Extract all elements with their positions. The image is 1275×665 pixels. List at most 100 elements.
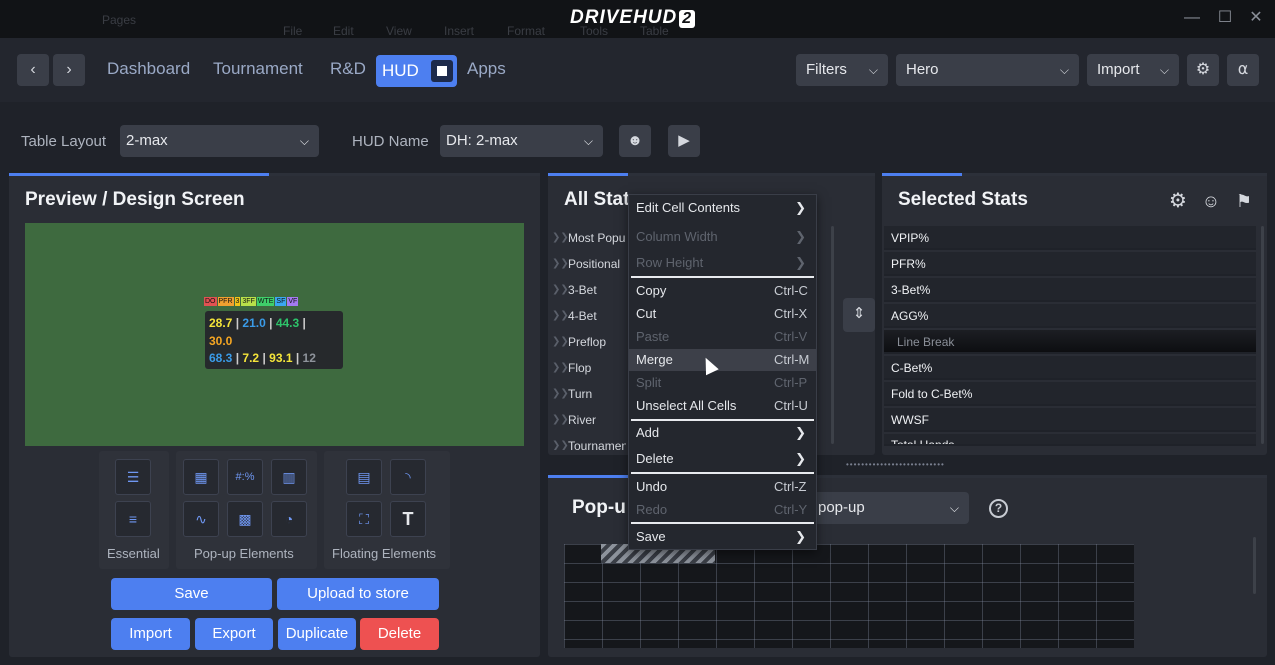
forward-button[interactable]: › xyxy=(53,54,85,86)
stat-category-tournament[interactable]: ❯❯ Tournament xyxy=(552,434,626,450)
category-label: Tournament xyxy=(568,439,626,450)
chevron-right-icon: ❯ xyxy=(795,529,806,544)
selected-stat-item[interactable]: VPIP% xyxy=(884,226,1256,250)
title-bar: Pages File Edit View Insert Format Tools… xyxy=(0,0,1275,38)
import-button[interactable]: Import xyxy=(111,618,190,650)
nav-rnd[interactable]: R&D xyxy=(330,59,366,79)
stat-category-most-popular[interactable]: ❯❯Most Popular xyxy=(552,226,626,250)
menu-undo[interactable]: Undo Ctrl-Z xyxy=(629,476,816,498)
menu-column-width[interactable]: Column Width ❯ xyxy=(629,226,816,248)
player-select[interactable]: Hero ⌵ xyxy=(896,54,1079,86)
hud-name-select[interactable]: DH: 2-max ⌵ xyxy=(440,125,603,157)
filters-dropdown[interactable]: Filters ⌵ xyxy=(796,54,888,86)
line-break-item[interactable]: Line Break xyxy=(884,330,1256,354)
menu-shortcut: Ctrl-Y xyxy=(774,502,808,517)
stop-icon[interactable] xyxy=(431,60,453,82)
menu-add[interactable]: Add ❯ xyxy=(629,422,816,444)
minimize-button[interactable]: — xyxy=(1182,8,1202,28)
gear-icon[interactable]: ⚙ xyxy=(1187,54,1219,86)
nav-dashboard[interactable]: Dashboard xyxy=(107,59,190,79)
hud-stat-tags: DO PFR 3 3FF WTE SF VF xyxy=(204,297,299,306)
menu-merge[interactable]: Merge Ctrl-M xyxy=(629,349,816,371)
menu-row-height[interactable]: Row Height ❯ xyxy=(629,252,816,274)
help-icon[interactable]: ? xyxy=(989,499,1008,518)
play-screen-icon[interactable]: ▶ xyxy=(668,125,700,157)
import-dropdown[interactable]: Import ⌵ xyxy=(1087,54,1179,86)
back-button[interactable]: ‹ xyxy=(17,54,49,86)
expand-collapse-icon[interactable]: ⇕ xyxy=(843,298,875,332)
double-chevron-icon: ❯❯ xyxy=(552,388,569,399)
stat-category-4bet[interactable]: ❯❯ 4-Bet xyxy=(552,304,626,328)
export-button[interactable]: Export xyxy=(195,618,273,650)
stat-category-turn[interactable]: ❯❯ Turn xyxy=(552,382,626,406)
selected-stat-item[interactable]: Total Hands xyxy=(884,434,1256,446)
stat-category-flop[interactable]: ❯❯ Flop xyxy=(552,356,626,380)
stat-category-3bet[interactable]: ❯❯ 3-Bet xyxy=(552,278,626,302)
essential-tools: ☰ ≡ Essential xyxy=(99,451,169,569)
pie-chart-tool-icon[interactable]: ◔ xyxy=(271,501,307,537)
resize-handle[interactable]: •••••••••••••••••••••••••• xyxy=(846,462,970,468)
selected-stats-title: Selected Stats xyxy=(898,189,1028,210)
menu-unselect-all[interactable]: Unselect All Cells Ctrl-U xyxy=(629,395,816,417)
text-tool-icon[interactable]: T xyxy=(390,501,426,537)
menu-shortcut: Ctrl-U xyxy=(774,398,808,413)
line-chart-tool-icon[interactable]: ∿ xyxy=(183,501,219,537)
user-icon[interactable]: ☺ xyxy=(1195,185,1227,217)
selected-stat-item[interactable]: WWSF xyxy=(884,408,1256,432)
hud-preview-box[interactable]: 28.7 | 21.0 | 44.3 | 30.0 68.3 | 7.2 | 9… xyxy=(205,311,343,369)
duplicate-button[interactable]: Duplicate xyxy=(278,618,356,650)
menu-edit-cell-contents[interactable]: Edit Cell Contents ❯ xyxy=(629,197,816,219)
selected-stat-item[interactable]: C-Bet% xyxy=(884,356,1256,380)
popup-select[interactable]: pop-up ⌵ xyxy=(808,492,969,524)
save-button[interactable]: Save xyxy=(111,578,272,610)
selected-stat-item[interactable]: AGG% xyxy=(884,304,1256,328)
upload-to-store-button[interactable]: Upload to store xyxy=(277,578,439,610)
selected-stats-scrollbar[interactable] xyxy=(1261,226,1264,444)
poker-player-icon[interactable]: ☻ xyxy=(619,125,651,157)
stat-category-river[interactable]: ❯❯ River xyxy=(552,408,626,432)
gear-icon[interactable]: ⚙ xyxy=(1162,185,1194,217)
frame-tool-icon[interactable]: ⛶ xyxy=(346,501,382,537)
percent-tool-icon[interactable]: #:% xyxy=(227,459,263,495)
table-layout-tool-icon[interactable]: ☰ xyxy=(115,459,151,495)
menu-delete[interactable]: Delete ❯ xyxy=(629,448,816,470)
nav-apps[interactable]: Apps xyxy=(467,59,506,79)
category-label: Positional xyxy=(568,257,621,271)
menu-paste[interactable]: Paste Ctrl-V xyxy=(629,326,816,348)
popup-scrollbar[interactable] xyxy=(1253,537,1256,594)
menu-save[interactable]: Save ❯ xyxy=(629,526,816,548)
hud-fold-cbet-value: 7.2 xyxy=(242,351,260,365)
menu-label: Split xyxy=(636,375,662,390)
selected-stat-item[interactable]: Fold to C-Bet% xyxy=(884,382,1256,406)
selected-stat-item[interactable]: PFR% xyxy=(884,252,1256,276)
selected-stat-item[interactable]: 3-Bet% xyxy=(884,278,1256,302)
menu-redo[interactable]: Redo Ctrl-Y xyxy=(629,499,816,521)
menu-cut[interactable]: Cut Ctrl-X xyxy=(629,303,816,325)
headset-icon[interactable]: ⍺ xyxy=(1227,54,1259,86)
nav-tournament[interactable]: Tournament xyxy=(213,59,303,79)
text-lines-tool-icon[interactable]: ≡ xyxy=(115,501,151,537)
delete-button[interactable]: Delete xyxy=(360,618,439,650)
player-card-tool-icon[interactable]: ▤ xyxy=(346,459,382,495)
tag-wte: WTE xyxy=(256,297,275,306)
menu-copy[interactable]: Copy Ctrl-C xyxy=(629,280,816,302)
grid-tool-icon[interactable]: ▦ xyxy=(183,459,219,495)
tag-icon[interactable]: ⚑ xyxy=(1228,185,1260,217)
menu-split[interactable]: Split Ctrl-P xyxy=(629,372,816,394)
all-stats-scrollbar[interactable] xyxy=(831,226,834,444)
stat-category-positional[interactable]: ❯❯ Positional xyxy=(552,252,626,276)
chart-file-tool-icon[interactable]: ▥ xyxy=(271,459,307,495)
chevron-right-icon: ❯ xyxy=(795,425,806,440)
gauge-tool-icon[interactable]: ◝ xyxy=(390,459,426,495)
maximize-button[interactable]: ☐ xyxy=(1215,8,1235,28)
table-layout-select[interactable]: 2-max ⌵ xyxy=(120,125,319,157)
stat-category-preflop[interactable]: ❯❯ Preflop xyxy=(552,330,626,354)
close-button[interactable]: ✕ xyxy=(1246,8,1266,28)
double-chevron-icon: ❯❯ xyxy=(552,362,569,373)
heatmap-tool-icon[interactable]: ▩ xyxy=(227,501,263,537)
double-chevron-icon: ❯❯ xyxy=(552,336,569,347)
nav-hud-tab[interactable]: HUD xyxy=(376,55,457,87)
menu-label: Delete xyxy=(636,451,674,466)
filters-label: Filters xyxy=(806,61,847,78)
tag-pfr: PFR xyxy=(217,297,234,306)
